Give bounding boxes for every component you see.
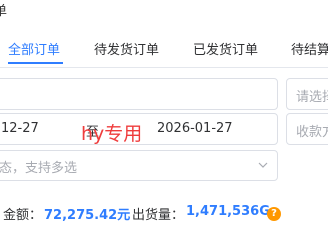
filter-input[interactable] (0, 78, 278, 110)
amount-label: 金额： (3, 208, 43, 223)
payee-select[interactable]: 收款方 (286, 113, 328, 145)
date-range-separator: 至 (86, 125, 100, 140)
order-tabs: 全部订单 待发货订单 已发货订单 待结算 (0, 36, 328, 68)
tab-shipped[interactable]: 已发货订单 (193, 39, 258, 58)
payee-select-placeholder: 收款方 (296, 125, 328, 140)
shipment-label: 出货量： (132, 208, 185, 223)
date-end[interactable]: 2026-01-27 (157, 121, 233, 136)
page-title: 单 (0, 4, 8, 19)
tab-pending-shipment[interactable]: 待发货订单 (94, 39, 159, 58)
help-icon[interactable]: ? (267, 207, 281, 221)
status-select-placeholder: 请选择 (296, 90, 328, 105)
status-select[interactable]: 请选择 (286, 78, 328, 110)
tab-pending-settlement[interactable]: 待结算 (291, 39, 328, 58)
order-management-page: 单 全部订单 待发货订单 已发货订单 待结算 请选择 12-27 至 2026-… (0, 0, 328, 246)
multi-select-placeholder: 态，支持多选 (0, 161, 78, 176)
date-start[interactable]: 12-27 (1, 121, 39, 136)
shipment-value: 1,471,536G (186, 204, 270, 219)
tab-all-orders[interactable]: 全部订单 (8, 39, 60, 58)
tabs-divider (0, 67, 328, 68)
chevron-down-icon (258, 162, 268, 168)
active-tab-indicator (8, 62, 63, 64)
amount-value: 72,275.42元 (44, 208, 131, 223)
date-range-picker[interactable]: 12-27 至 2026-01-27 (0, 113, 278, 145)
status-multi-select[interactable]: 态，支持多选 (0, 150, 278, 181)
